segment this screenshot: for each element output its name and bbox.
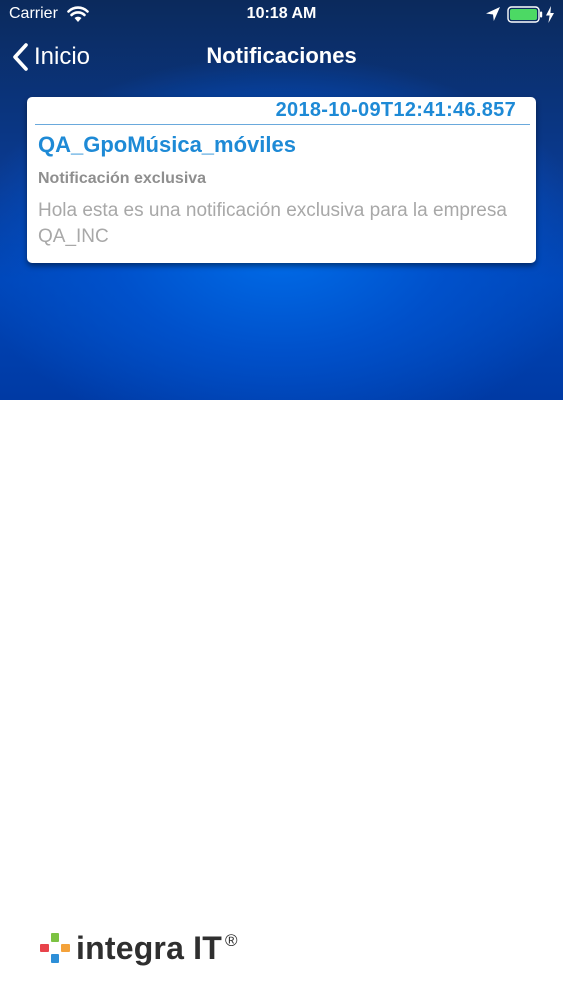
- battery-icon: [507, 6, 543, 23]
- charge-icon: [546, 6, 554, 23]
- brand-name: integra IT: [76, 930, 223, 966]
- location-icon: [486, 7, 500, 21]
- notification-timestamp: 2018-10-09T12:41:46.857: [275, 99, 516, 121]
- page-title: Notificaciones: [206, 43, 357, 68]
- notification-subject: Notificación exclusiva: [38, 170, 207, 187]
- integra-it-logo: integra IT ®: [39, 928, 238, 968]
- notification-group: QA_GpoMúsica_móviles: [38, 132, 296, 157]
- registered-mark: ®: [225, 931, 238, 950]
- status-bar: Carrier 10:18 AM: [0, 0, 563, 30]
- notification-card[interactable]: 2018-10-09T12:41:46.857 QA_GpoMúsica_móv…: [27, 97, 536, 263]
- divider: [35, 124, 530, 125]
- navigation-bar: Inicio Notificaciones: [0, 30, 563, 86]
- logo-mark-icon: [40, 933, 70, 963]
- notification-body: Hola esta es una notificación exclusiva …: [38, 200, 507, 247]
- clock-time: 10:18 AM: [246, 5, 317, 22]
